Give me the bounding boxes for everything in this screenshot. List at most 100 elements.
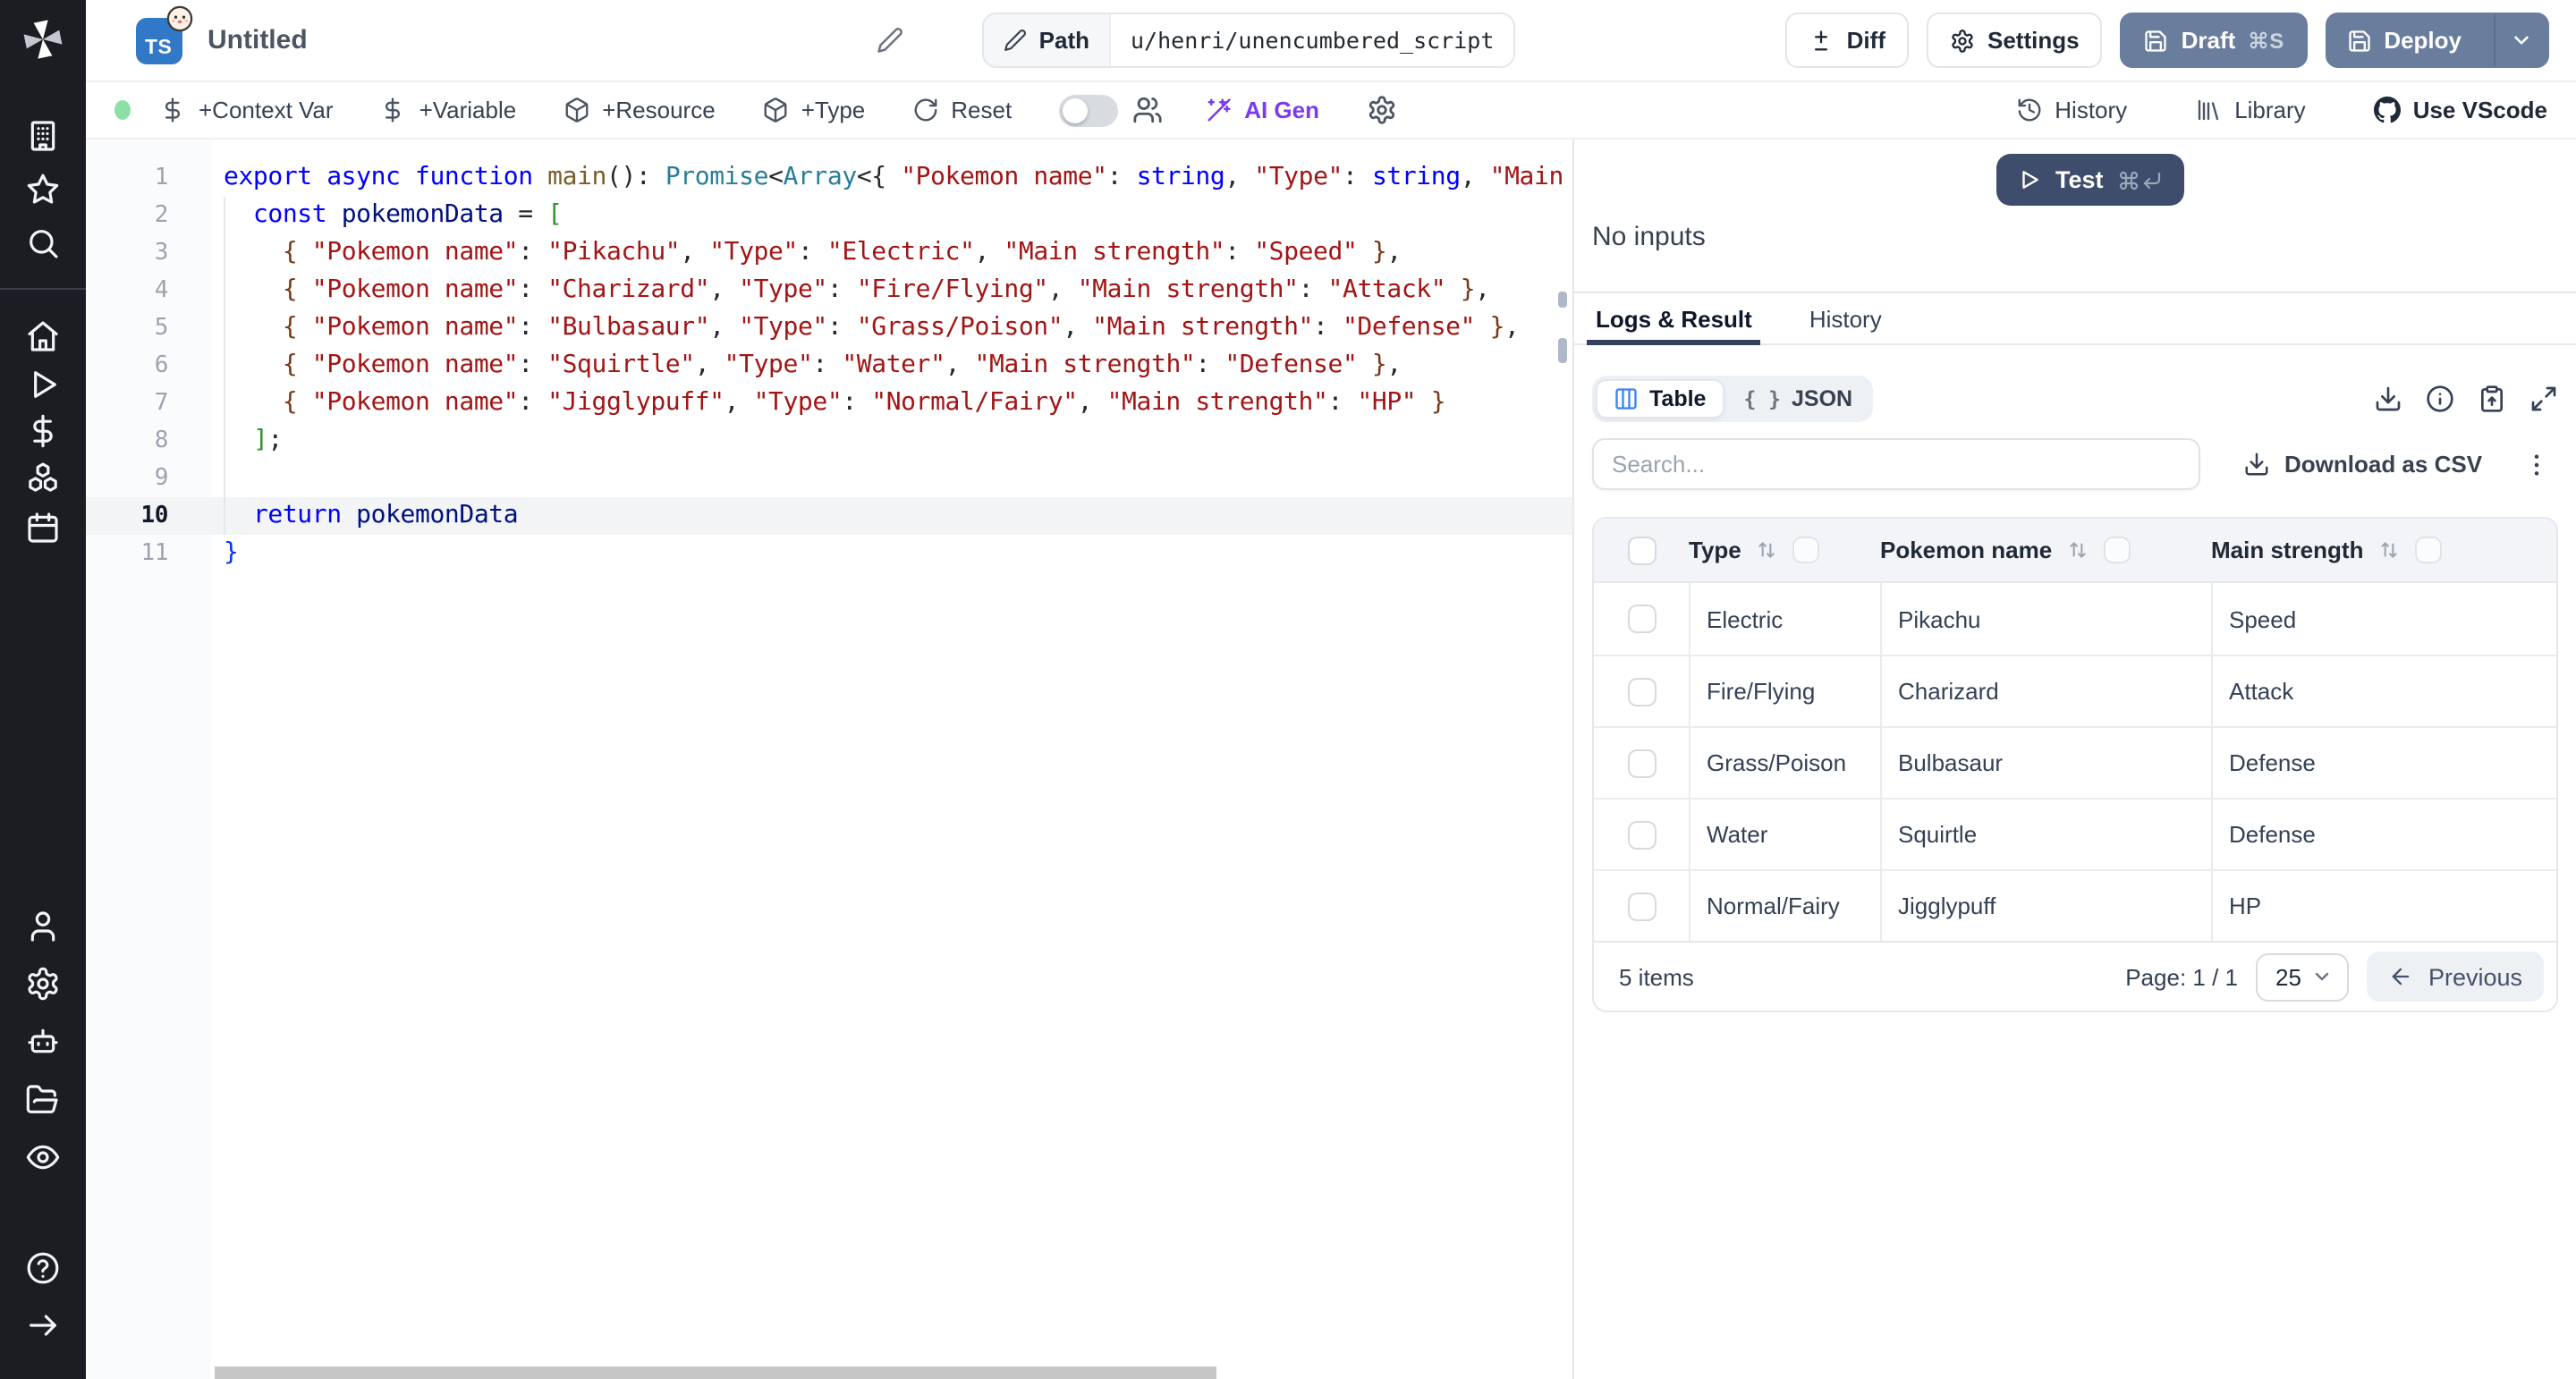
dollar-icon [380, 97, 407, 123]
home-icon [25, 318, 61, 354]
download-csv-button[interactable]: Download as CSV [2243, 451, 2482, 478]
diff-button[interactable]: Diff [1786, 13, 1909, 68]
sort-icon[interactable] [2066, 538, 2089, 562]
code-editor[interactable]: 1export async function main(): Promise<A… [86, 140, 1572, 1379]
table-row[interactable]: Fire/FlyingCharizardAttack [1594, 655, 2556, 726]
horizontal-scrollbar[interactable] [215, 1366, 1216, 1379]
sidebar-item-search[interactable] [25, 225, 61, 261]
download-result-button[interactable] [2374, 385, 2402, 413]
table-menu-button[interactable] [2522, 450, 2551, 478]
user-icon [25, 909, 61, 944]
expand-result-button[interactable] [2529, 385, 2558, 413]
select-all-checkbox[interactable] [1627, 536, 1656, 564]
row-checkbox[interactable] [1627, 820, 1656, 849]
toolbar-button-history[interactable]: History [2015, 97, 2127, 123]
sidebar-item-settings[interactable] [25, 966, 61, 1002]
sidebar-item-workspaces[interactable] [25, 118, 61, 154]
status-dot [114, 100, 131, 120]
sidebar-item-audit-logs[interactable] [25, 1139, 61, 1175]
gear-icon [1950, 28, 1975, 53]
view-table-option[interactable]: Table [1596, 379, 1724, 419]
result-info-button[interactable] [2426, 385, 2454, 413]
gear-icon [25, 966, 61, 1002]
sidebar-item-workers[interactable] [25, 1023, 61, 1059]
boxes-icon [25, 460, 61, 495]
sidebar-item-collapse[interactable] [25, 1307, 61, 1343]
diff-mode-toggle[interactable] [1058, 94, 1117, 126]
column-filter-box[interactable] [1793, 537, 1820, 563]
path-box: Path u/henri/unencumbered_script [982, 13, 1516, 68]
code-line-3[interactable]: 3 { "Pokemon name": "Pikachu", "Type": "… [86, 234, 1572, 272]
sidebar-item-runs[interactable] [25, 367, 61, 402]
tab-logs-result[interactable]: Logs & Result [1587, 293, 1761, 343]
table-row[interactable]: ElectricPikachuSpeed [1594, 583, 2556, 655]
settings-button[interactable]: Settings [1927, 13, 2103, 68]
code-line-6[interactable]: 6 { "Pokemon name": "Squirtle", "Type": … [86, 347, 1572, 385]
toolbar-button-use-vscode[interactable]: Use VScode [2374, 97, 2547, 123]
code-text: } [224, 535, 238, 572]
table-row[interactable]: Normal/FairyJigglypuffHP [1594, 869, 2556, 941]
sidebar-item-schedules[interactable] [25, 510, 61, 546]
deploy-dropdown[interactable] [2494, 14, 2547, 66]
table-search-input[interactable] [1592, 438, 2200, 490]
path-edit-button[interactable]: Path [984, 14, 1111, 66]
sidebar-item-folders[interactable] [25, 1082, 61, 1118]
copy-result-button[interactable] [2478, 385, 2506, 413]
help-icon [25, 1250, 61, 1286]
toolbar-button-library[interactable]: Library [2195, 97, 2306, 123]
sidebar-item-variables[interactable] [25, 413, 61, 449]
column-filter-box[interactable] [2104, 537, 2131, 563]
draft-button[interactable]: Draft S [2121, 13, 2308, 68]
code-line-4[interactable]: 4 { "Pokemon name": "Charizard", "Type":… [86, 272, 1572, 309]
row-checkbox[interactable] [1627, 749, 1656, 777]
toolbar-button-reset[interactable]: Reset [911, 97, 1012, 123]
code-line-9[interactable]: 9 [86, 460, 1572, 497]
ai-gen-button[interactable]: AI Gen [1205, 97, 1319, 123]
sort-icon[interactable] [2377, 538, 2401, 562]
sidebar-item-users[interactable] [25, 909, 61, 944]
toolbar-button-add-variable[interactable]: +Variable [380, 97, 517, 123]
line-number: 10 [86, 497, 168, 535]
code-line-11[interactable]: 11} [86, 535, 1572, 572]
table-row[interactable]: WaterSquirtleDefense [1594, 798, 2556, 869]
diff-icon [1809, 28, 1835, 53]
test-button[interactable]: Test [1996, 154, 2184, 206]
code-line-2[interactable]: 2 const pokemonData = [ [86, 197, 1572, 234]
search-icon [25, 225, 61, 261]
previous-page-button[interactable]: Previous [2368, 952, 2544, 1002]
code-line-7[interactable]: 7 { "Pokemon name": "Jigglypuff", "Type"… [86, 385, 1572, 422]
table-row[interactable]: Grass/PoisonBulbasaurDefense [1594, 726, 2556, 798]
sidebar-item-home[interactable] [25, 318, 61, 354]
column-filter-box[interactable] [2415, 537, 2442, 563]
sidebar-item-favorites[interactable] [25, 172, 61, 207]
view-json-option[interactable]: { } JSON [1727, 379, 1868, 419]
command-key-icon [2248, 30, 2267, 50]
path-value[interactable]: u/henri/unencumbered_script [1111, 14, 1513, 66]
row-checkbox[interactable] [1627, 892, 1656, 920]
deploy-main[interactable]: Deploy [2326, 14, 2481, 66]
editor-settings-button[interactable] [1366, 95, 1396, 125]
toolbar-button-add-resource[interactable]: +Resource [563, 97, 715, 123]
deploy-button[interactable]: Deploy [2325, 13, 2549, 68]
code-line-5[interactable]: 5 { "Pokemon name": "Bulbasaur", "Type":… [86, 309, 1572, 347]
code-line-8[interactable]: 8 ]; [86, 422, 1572, 460]
row-checkbox[interactable] [1627, 677, 1656, 706]
sidebar-item-resources[interactable] [25, 460, 61, 495]
code-line-1[interactable]: 1export async function main(): Promise<A… [86, 159, 1572, 197]
tab-history[interactable]: History [1801, 293, 1891, 343]
line-number: 8 [86, 422, 168, 460]
row-checkbox[interactable] [1627, 605, 1656, 633]
toolbar-button-add-context-var[interactable]: +Context Var [159, 97, 334, 123]
page-size-select[interactable]: 25 [2256, 952, 2350, 1001]
main-column: TS Untitled Path u/henri/unencumbered_sc… [86, 0, 2576, 1379]
toolbar-button-add-type[interactable]: +Type [762, 97, 866, 123]
windmill-logo-icon[interactable] [20, 16, 66, 63]
select-all-cell [1594, 536, 1689, 564]
edit-summary-pencil-icon[interactable] [877, 27, 903, 54]
sort-icon[interactable] [1756, 538, 1779, 562]
sidebar-item-help[interactable] [25, 1250, 61, 1286]
multiplayer-button[interactable] [1131, 95, 1162, 125]
code-line-10[interactable]: 10 return pokemonData [86, 497, 1572, 535]
table-cell: Defense [2211, 799, 2556, 869]
download-icon [2243, 451, 2270, 478]
